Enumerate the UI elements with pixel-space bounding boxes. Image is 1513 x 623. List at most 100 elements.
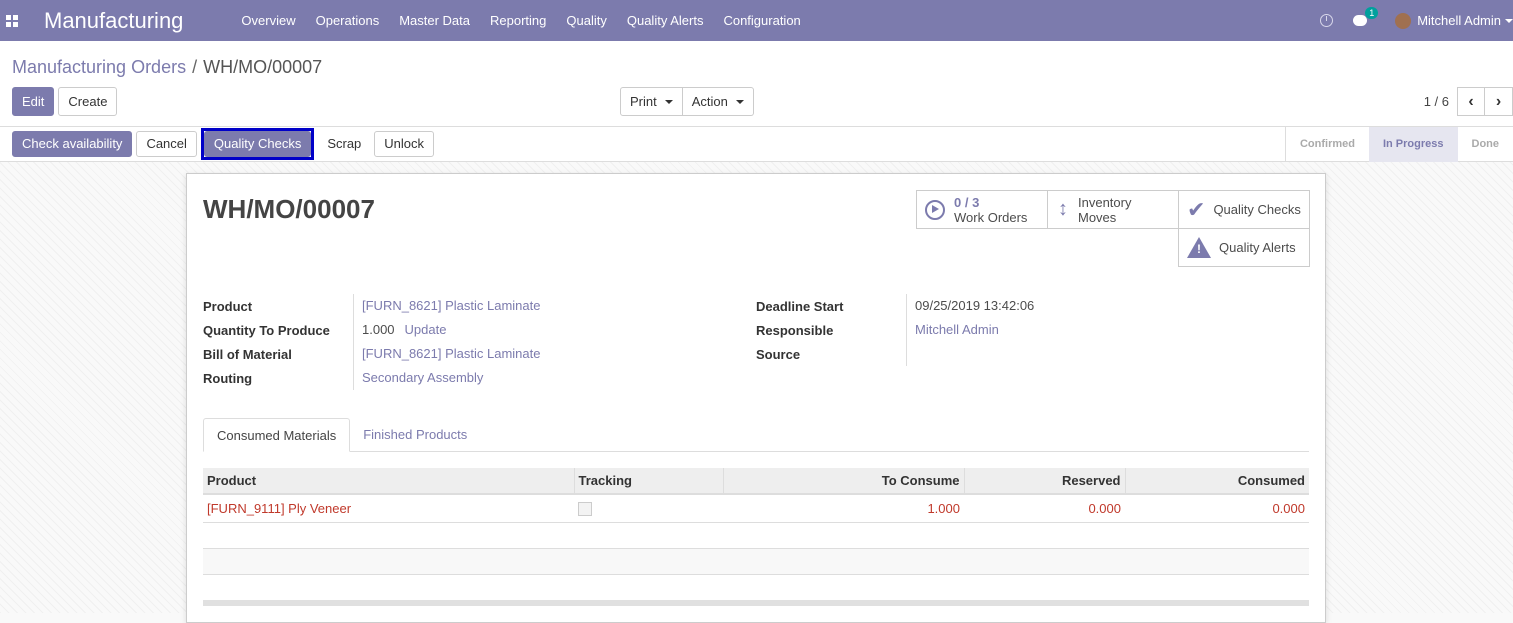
scrap-button[interactable]: Scrap xyxy=(318,131,370,157)
caret-down-icon xyxy=(665,100,673,104)
breadcrumb-current: WH/MO/00007 xyxy=(203,57,322,77)
inventory-moves-line1: Inventory xyxy=(1078,195,1131,210)
messaging-menu[interactable]: 1 xyxy=(1353,15,1367,26)
avatar[interactable] xyxy=(1395,13,1411,29)
consumed-materials-table: Product Tracking To Consume Reserved Con… xyxy=(203,468,1309,575)
play-circle-icon xyxy=(925,200,945,220)
menu-item-overview[interactable]: Overview xyxy=(231,0,305,41)
cell-tracking xyxy=(574,494,723,522)
form-buttons: Edit Create xyxy=(12,87,117,116)
bom-value[interactable]: [FURN_8621] Plastic Laminate xyxy=(362,346,540,361)
navbar-right: 1 Mitchell Admin xyxy=(1320,0,1513,41)
breadcrumb-separator: / xyxy=(192,57,197,77)
work-orders-count: 0 / 3 xyxy=(954,195,1027,210)
table-row[interactable]: [FURN_9111] Ply Veneer 1.000 0.000 0.000 xyxy=(203,494,1309,522)
control-panel: Manufacturing Orders / WH/MO/00007 Edit Cr… xyxy=(0,41,1513,127)
print-dropdown[interactable]: Print xyxy=(620,87,683,116)
routing-label: Routing xyxy=(203,371,353,386)
create-button[interactable]: Create xyxy=(58,87,117,116)
notebook-tabs: Consumed Materials Finished Products xyxy=(203,418,1309,452)
tab-finished-products[interactable]: Finished Products xyxy=(350,418,480,451)
pager-previous-button[interactable]: ‹ xyxy=(1457,87,1485,116)
product-label: Product xyxy=(203,299,353,314)
stage-confirmed: Confirmed xyxy=(1286,127,1369,162)
menu-item-reporting[interactable]: Reporting xyxy=(480,0,556,41)
deadline-value: 09/25/2019 13:42:06 xyxy=(915,298,1034,313)
right-field-group: Deadline Start 09/25/2019 13:42:06 Respon… xyxy=(756,294,1034,366)
statusbar-buttons: Check availability Cancel Quality Checks… xyxy=(12,131,434,160)
cell-product: [FURN_9111] Ply Veneer xyxy=(203,494,574,522)
source-label: Source xyxy=(756,347,906,362)
inventory-moves-line2: Moves xyxy=(1078,210,1131,225)
tracking-checkbox[interactable] xyxy=(578,502,592,516)
app-title: Manufacturing xyxy=(44,8,183,34)
work-orders-button[interactable]: 0 / 3 Work Orders xyxy=(916,190,1048,229)
stage-in-progress: In Progress xyxy=(1369,127,1458,162)
cancel-button[interactable]: Cancel xyxy=(136,131,196,157)
work-orders-label: Work Orders xyxy=(954,210,1027,225)
tab-consumed-materials[interactable]: Consumed Materials xyxy=(203,418,350,452)
qty-value: 1.000 xyxy=(362,322,395,337)
chevron-left-icon: ‹ xyxy=(1468,93,1473,111)
responsible-value[interactable]: Mitchell Admin xyxy=(915,322,999,337)
column-header-tracking[interactable]: Tracking xyxy=(574,468,723,494)
form-statusbar: Check availability Cancel Quality Checks… xyxy=(0,127,1513,162)
deadline-label: Deadline Start xyxy=(756,299,906,314)
edit-button[interactable]: Edit xyxy=(12,87,54,116)
caret-down-icon xyxy=(736,100,744,104)
smart-button-box: 0 / 3 Work Orders ↕ Inventory Moves ✔ Qu… xyxy=(916,190,1309,266)
menu-item-quality[interactable]: Quality xyxy=(556,0,616,41)
breadcrumb: Manufacturing Orders / WH/MO/00007 xyxy=(12,57,322,78)
check-icon: ✔ xyxy=(1187,197,1205,223)
chevron-down-icon xyxy=(1505,19,1513,23)
product-value[interactable]: [FURN_8621] Plastic Laminate xyxy=(362,298,540,313)
check-availability-button[interactable]: Check availability xyxy=(12,131,132,157)
menu-item-operations[interactable]: Operations xyxy=(306,0,390,41)
quality-checks-label: Quality Checks xyxy=(1213,202,1300,217)
unlock-button[interactable]: Unlock xyxy=(374,131,434,157)
chat-icon xyxy=(1353,15,1367,26)
form-sheet: WH/MO/00007 0 / 3 Work Orders ↕ Inventor… xyxy=(186,173,1326,623)
status-stages: Confirmed In Progress Done xyxy=(1285,127,1513,162)
menu-item-configuration[interactable]: Configuration xyxy=(713,0,810,41)
responsible-label: Responsible xyxy=(756,323,906,338)
qty-update-button[interactable]: Update xyxy=(405,322,447,337)
pager: 1 / 6 ‹ › xyxy=(1424,87,1513,116)
arrows-vertical-icon: ↕ xyxy=(1058,198,1068,221)
column-header-consumed[interactable]: Consumed xyxy=(1125,468,1309,494)
routing-value[interactable]: Secondary Assembly xyxy=(362,370,483,385)
action-dropdown[interactable]: Action xyxy=(683,87,754,116)
action-label: Action xyxy=(692,88,728,115)
inventory-moves-button[interactable]: ↕ Inventory Moves xyxy=(1047,190,1179,229)
cell-consumed: 0.000 xyxy=(1125,494,1309,522)
quality-alerts-smart-button[interactable]: ! Quality Alerts xyxy=(1178,228,1310,267)
empty-row xyxy=(203,548,1309,574)
quality-checks-highlight: Quality Checks xyxy=(201,128,314,160)
menu-item-quality-alerts[interactable]: Quality Alerts xyxy=(617,0,714,41)
column-header-to-consume[interactable]: To Consume xyxy=(723,468,964,494)
user-menu[interactable]: Mitchell Admin xyxy=(1417,13,1501,28)
print-label: Print xyxy=(630,88,657,115)
table-footer xyxy=(203,600,1309,606)
chat-badge: 1 xyxy=(1365,7,1378,19)
warning-icon: ! xyxy=(1187,237,1211,258)
pager-next-button[interactable]: › xyxy=(1485,87,1513,116)
bom-label: Bill of Material xyxy=(203,347,353,362)
quality-checks-button[interactable]: Quality Checks xyxy=(204,131,311,157)
apps-menu-icon[interactable] xyxy=(6,15,18,27)
menu-item-master-data[interactable]: Master Data xyxy=(389,0,480,41)
breadcrumb-parent-link[interactable]: Manufacturing Orders xyxy=(12,57,186,77)
stage-done: Done xyxy=(1458,127,1513,162)
top-navbar: Manufacturing Overview Operations Master… xyxy=(0,0,1513,41)
column-header-product[interactable]: Product xyxy=(203,468,574,494)
record-title: WH/MO/00007 xyxy=(203,194,375,225)
quality-checks-smart-button[interactable]: ✔ Quality Checks xyxy=(1178,190,1310,229)
quality-alerts-label: Quality Alerts xyxy=(1219,240,1296,255)
cell-to-consume: 1.000 xyxy=(723,494,964,522)
sidebar-dropdowns: Print Action xyxy=(620,87,754,116)
pager-value[interactable]: 1 / 6 xyxy=(1424,94,1449,109)
empty-row xyxy=(203,522,1309,548)
activity-clock-icon[interactable] xyxy=(1320,14,1333,27)
table-header-row: Product Tracking To Consume Reserved Con… xyxy=(203,468,1309,494)
column-header-reserved[interactable]: Reserved xyxy=(964,468,1125,494)
